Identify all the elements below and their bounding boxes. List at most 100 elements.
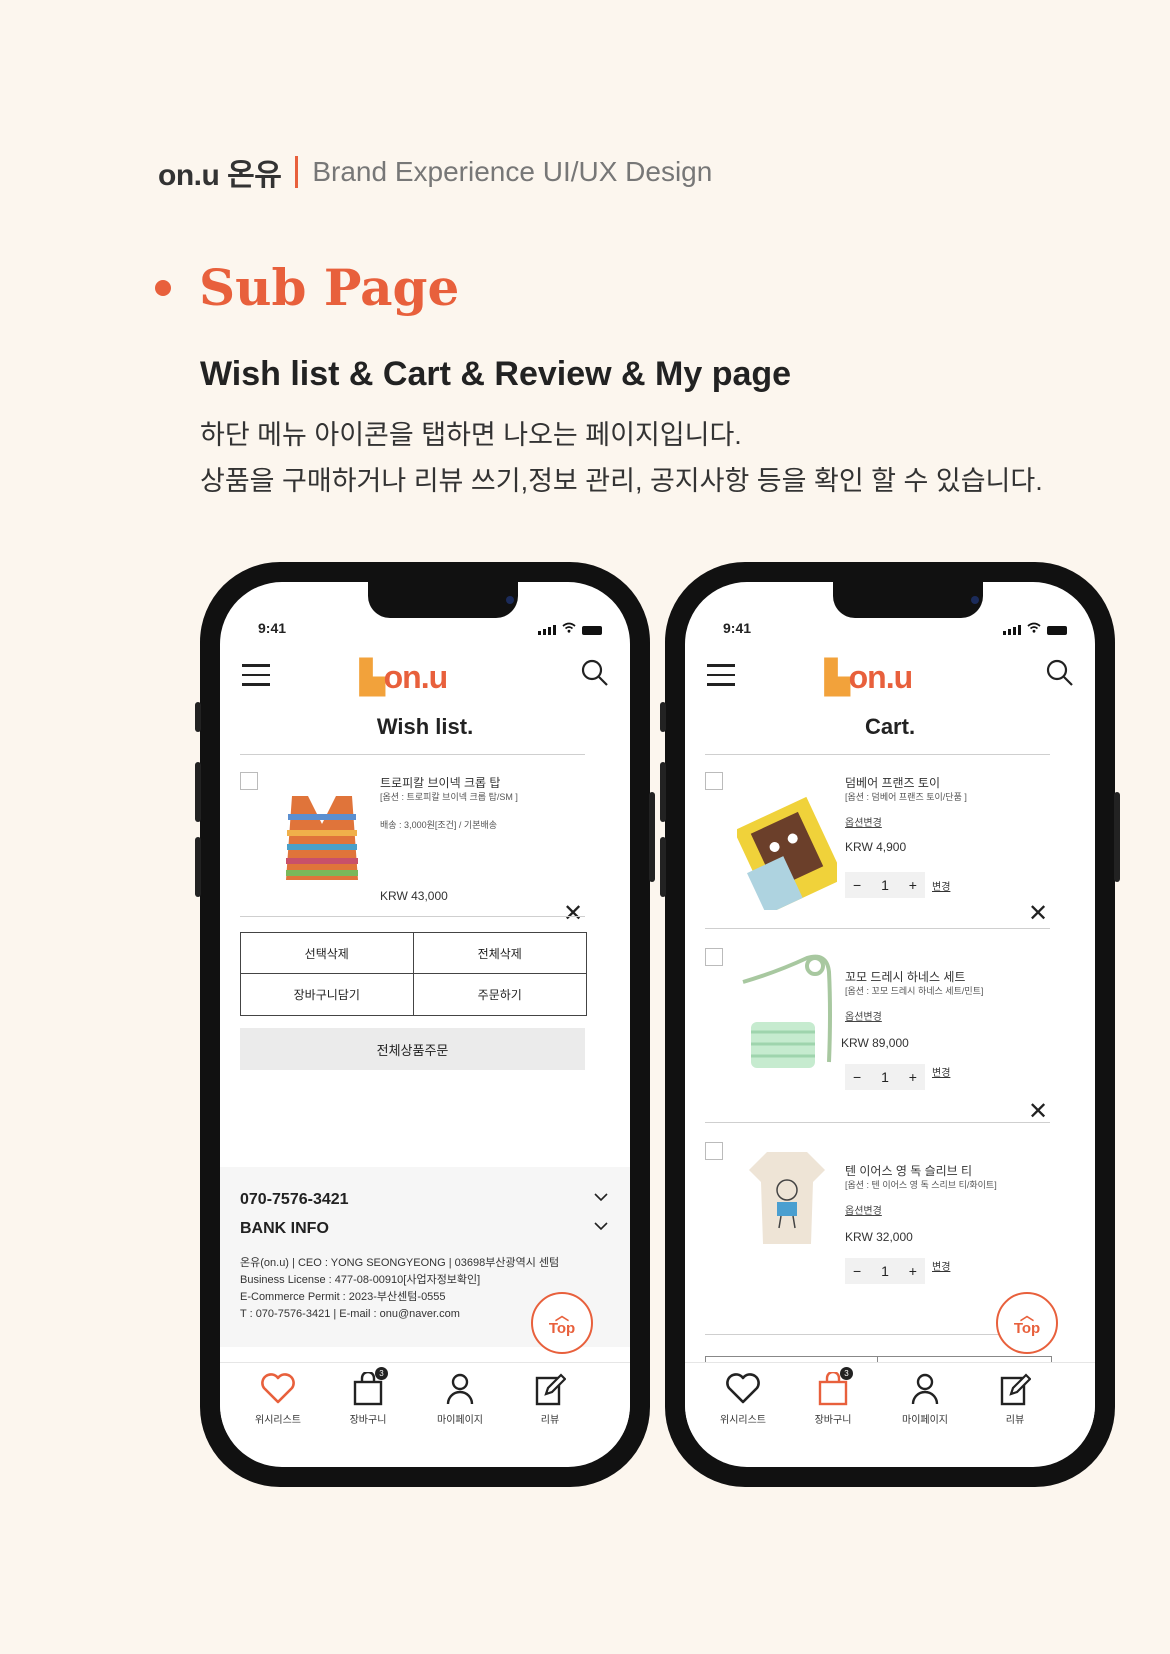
minus-icon[interactable]: − — [853, 877, 861, 893]
wishlist-action-grid: 선택삭제 전체삭제 장바구니담기 주문하기 — [240, 932, 587, 1016]
option-change-link[interactable]: 옵션변경 — [845, 814, 882, 829]
bottom-tab-bar: 위시리스트 3 장바구니 마이페이지 리뷰 — [685, 1362, 1095, 1433]
quantity-stepper: − 1 + — [845, 1064, 925, 1090]
scroll-top-button[interactable]: ︿ Top — [531, 1292, 593, 1354]
minus-icon[interactable]: − — [853, 1069, 861, 1085]
camera-dot — [971, 596, 979, 604]
chevron-up-icon: ︿ — [1020, 1306, 1034, 1323]
tab-cart[interactable]: 3 장바구니 — [328, 1367, 408, 1426]
quantity-change-link[interactable]: 변경 — [932, 878, 950, 893]
tab-wishlist[interactable]: 위시리스트 — [238, 1371, 318, 1426]
tab-mypage[interactable]: 마이페이지 — [885, 1371, 965, 1426]
plus-icon[interactable]: + — [909, 1263, 917, 1279]
search-icon[interactable] — [580, 658, 610, 688]
edit-icon — [1000, 1373, 1031, 1406]
quantity-stepper: − 1 + — [845, 1258, 925, 1284]
tab-review[interactable]: 리뷰 — [975, 1371, 1055, 1426]
product-image-toy — [737, 796, 837, 910]
tab-label: 장바구니 — [349, 1415, 387, 1426]
close-icon[interactable]: ✕ — [563, 902, 583, 926]
logo[interactable]: ▙on.u — [825, 658, 913, 696]
phone-wishlist: 9:41 ▙on.u Wish list. 트로피칼 브이넥 크롭 탑 [옵션 … — [195, 562, 655, 1487]
footer-phone: 070-7576-3421 — [240, 1191, 349, 1208]
product-option: [옵션 : 트로피칼 브이넥 크롭 탑/SM ] — [380, 792, 518, 802]
side-button — [1114, 792, 1120, 882]
search-icon[interactable] — [1045, 658, 1075, 688]
notch — [368, 582, 518, 618]
product-name[interactable]: 꼬모 드레시 하네스 세트 — [845, 968, 965, 985]
order-button[interactable]: 주문하기 — [414, 974, 587, 1015]
divider — [705, 1122, 1050, 1123]
bullet-dot — [155, 279, 171, 296]
add-to-cart-button[interactable]: 장바구니담기 — [241, 974, 414, 1015]
battery-icon — [582, 626, 602, 635]
tab-cart[interactable]: 3 장바구니 — [793, 1367, 873, 1426]
item-checkbox[interactable] — [705, 772, 723, 790]
minus-icon[interactable]: − — [853, 1263, 861, 1279]
close-icon[interactable]: ✕ — [1028, 902, 1048, 926]
plus-icon[interactable]: + — [909, 877, 917, 893]
scroll-top-button[interactable]: ︿ Top — [996, 1292, 1058, 1354]
tab-label: 위시리스트 — [255, 1415, 301, 1426]
page-title: Wish list. — [376, 714, 474, 739]
close-icon[interactable]: ✕ — [1028, 1100, 1048, 1124]
product-name[interactable]: 트로피칼 브이넥 크롭 탑 — [380, 774, 500, 791]
header-subtitle: Brand Experience UI/UX Design — [312, 156, 713, 187]
tab-label: 리뷰 — [540, 1415, 560, 1426]
cart-screen: 9:41 ▙on.u Cart. 덤베어 프랜즈 토이 [옵션 : 덤베어 프랜… — [685, 582, 1095, 1467]
edit-icon — [535, 1373, 566, 1406]
plus-icon[interactable]: + — [909, 1069, 917, 1085]
quantity-change-link[interactable]: 변경 — [932, 1258, 950, 1273]
product-option: [옵션 : 덤베어 프랜즈 토이/단품 ] — [845, 792, 967, 802]
option-change-link[interactable]: 옵션변경 — [845, 1008, 882, 1023]
divider — [240, 916, 585, 917]
product-option: [옵션 : 꼬모 드레시 하네스 세트/민트] — [845, 986, 984, 996]
item-checkbox[interactable] — [240, 772, 258, 790]
menu-icon[interactable] — [242, 664, 270, 693]
chevron-down-icon[interactable] — [594, 1189, 608, 1205]
desc-line-2: 상품을 구매하거나 리뷰 쓰기,정보 관리, 공지사항 등을 확인 할 수 있습… — [200, 466, 1043, 496]
section-heading: Wish list & Cart & Review & My page — [200, 355, 792, 393]
item-checkbox[interactable] — [705, 948, 723, 966]
chevron-down-icon[interactable] — [594, 1218, 608, 1234]
footer-info-line: T : 070-7576-3421 | E-mail : onu@naver.c… — [240, 1308, 460, 1320]
footer-bank-info[interactable]: BANK INFO — [240, 1220, 329, 1238]
side-button — [195, 702, 201, 732]
product-image-harness — [742, 954, 832, 1068]
divider — [705, 928, 1050, 929]
camera-dot — [506, 596, 514, 604]
side-button — [195, 837, 201, 897]
tab-wishlist[interactable]: 위시리스트 — [703, 1371, 783, 1426]
option-change-link[interactable]: 옵션변경 — [845, 1202, 882, 1217]
tab-label: 위시리스트 — [720, 1415, 766, 1426]
quantity-change-link[interactable]: 변경 — [932, 1064, 950, 1079]
tab-review[interactable]: 리뷰 — [510, 1371, 590, 1426]
product-name[interactable]: 텐 이어스 영 독 슬리브 티 — [845, 1162, 972, 1179]
tab-mypage[interactable]: 마이페이지 — [420, 1371, 500, 1426]
cart-badge: 3 — [375, 1367, 388, 1380]
footer-company-info: 온유(on.u) | CEO : YONG SEONGYEONG | 03698… — [240, 1255, 570, 1323]
user-icon — [446, 1373, 474, 1405]
side-button — [195, 762, 201, 822]
footer-info-line: E-Commerce Permit : 2023-부산센텀-0555 — [240, 1291, 446, 1303]
footer-info-line: Business License : 477-08-00910[사업자정보확인] — [240, 1274, 481, 1286]
order-all-button[interactable]: 전체상품주문 — [240, 1028, 585, 1070]
logo[interactable]: ▙on.u — [360, 658, 448, 696]
select-delete-button[interactable]: 선택삭제 — [241, 933, 414, 974]
delete-all-button[interactable]: 전체삭제 — [413, 933, 586, 974]
wishlist-screen: 9:41 ▙on.u Wish list. 트로피칼 브이넥 크롭 탑 [옵션 … — [220, 582, 630, 1467]
user-icon — [911, 1373, 939, 1405]
notch — [833, 582, 983, 618]
heart-icon — [726, 1373, 760, 1404]
menu-icon[interactable] — [707, 664, 735, 693]
status-icons — [538, 622, 602, 635]
side-button — [660, 762, 666, 822]
product-name[interactable]: 덤베어 프랜즈 토이 — [845, 774, 940, 791]
phone-cart: 9:41 ▙on.u Cart. 덤베어 프랜즈 토이 [옵션 : 덤베어 프랜… — [660, 562, 1120, 1487]
side-button — [660, 702, 666, 732]
product-image-crop-top — [286, 796, 358, 880]
section-title-text: Sub Page — [199, 258, 460, 317]
tab-label: 마이페이지 — [437, 1415, 483, 1426]
item-checkbox[interactable] — [705, 1142, 723, 1160]
cart-badge: 3 — [840, 1367, 853, 1380]
